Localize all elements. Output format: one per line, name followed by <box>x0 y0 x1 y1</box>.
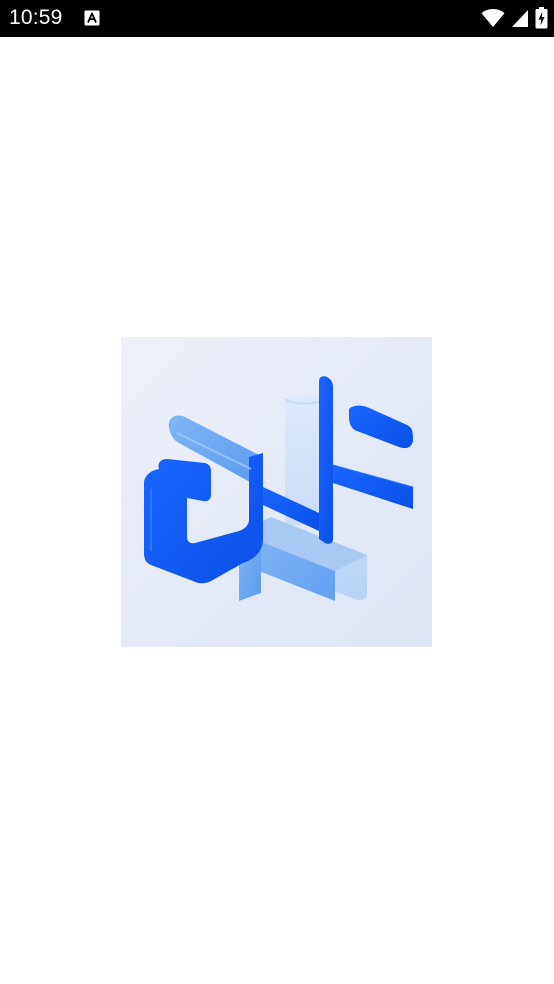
font-a-icon <box>84 10 100 26</box>
status-time: 10:59 <box>9 6 63 29</box>
status-bar: 10:59 <box>0 0 554 37</box>
splash-logo <box>121 337 432 647</box>
battery-charging-icon <box>535 7 548 29</box>
status-icons <box>481 7 548 29</box>
wifi-icon <box>481 9 505 27</box>
cellular-signal-icon <box>512 10 528 27</box>
app-logo-icon <box>144 376 414 601</box>
